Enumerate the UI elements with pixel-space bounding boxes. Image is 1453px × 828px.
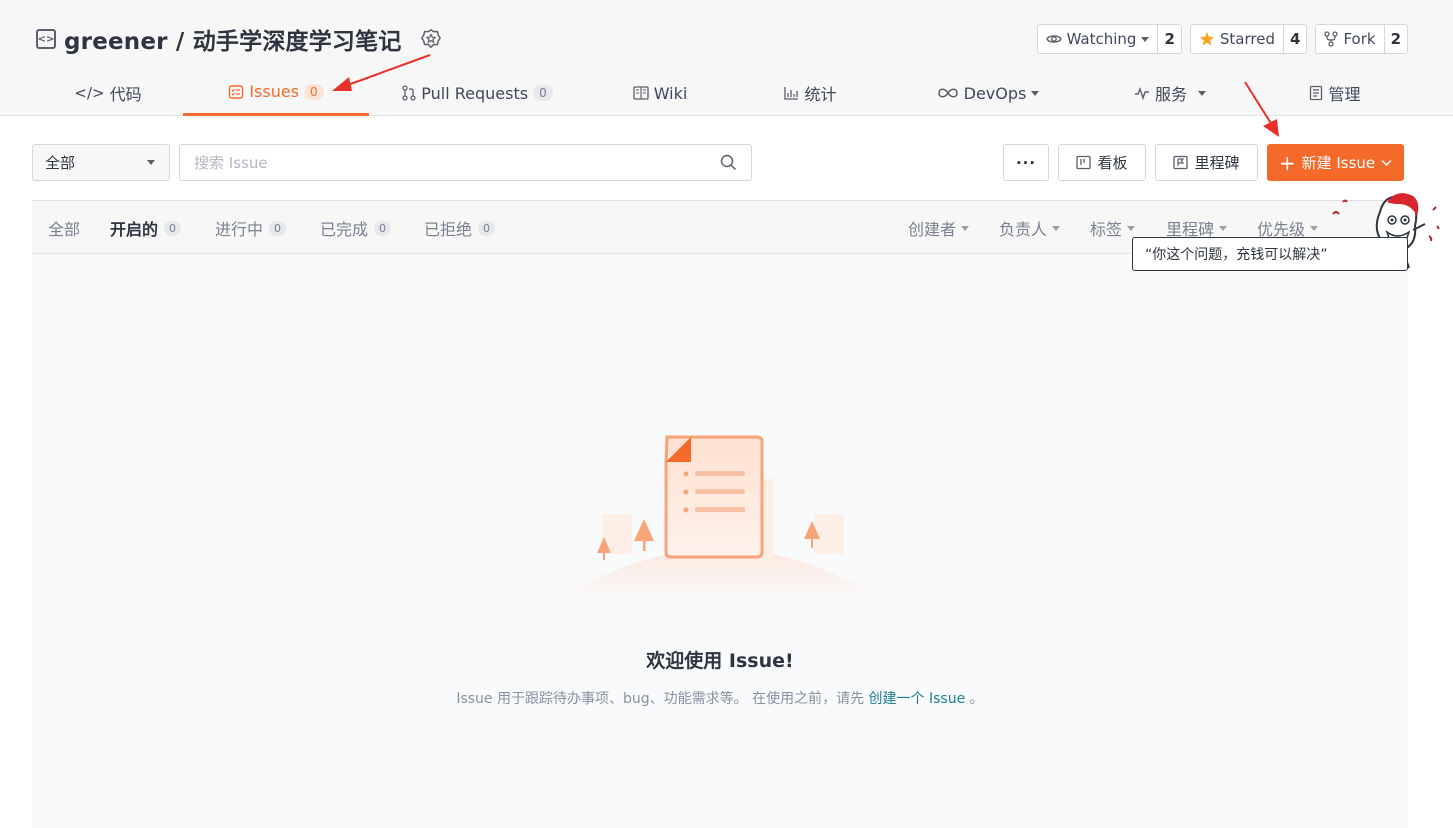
filter-all[interactable]: 全部: [48, 201, 80, 255]
issue-toolbar: 全部 ··· 看板 里程碑 + 新建 Issue: [32, 144, 1404, 182]
mascot-tooltip: “你这个问题，充钱可以解决”: [1132, 237, 1408, 271]
board-icon: [1076, 155, 1092, 170]
arrow-to-issues-tab: [332, 54, 431, 91]
filter-label-dropdown[interactable]: 标签: [1090, 201, 1136, 255]
filter-open-label: 开启的: [110, 220, 159, 239]
filter-creator-dropdown[interactable]: 创建者: [908, 201, 970, 255]
more-button[interactable]: ···: [1003, 144, 1049, 181]
empty-state-description: Issue 用于跟踪待办事项、bug、功能需求等。 在使用之前，请先 创建一个 …: [32, 688, 1408, 708]
scope-select[interactable]: 全部: [32, 144, 170, 181]
empty-document-illustration: [560, 435, 882, 599]
chevron-down-icon: [1127, 225, 1136, 231]
create-issue-link[interactable]: 创建一个 Issue: [869, 691, 966, 707]
filter-completed[interactable]: 已完成 0: [320, 201, 392, 255]
issue-search[interactable]: [179, 144, 752, 181]
filter-assignee-dropdown[interactable]: 负责人: [999, 201, 1061, 255]
filter-rejected[interactable]: 已拒绝 0: [424, 201, 496, 255]
filter-in-progress-count: 0: [269, 220, 287, 236]
board-button[interactable]: 看板: [1058, 144, 1146, 181]
filter-in-progress-label: 进行中: [215, 220, 264, 239]
empty-state: 欢迎使用 Issue! Issue 用于跟踪待办事项、bug、功能需求等。 在使…: [32, 254, 1408, 828]
empty-state-title: 欢迎使用 Issue!: [646, 650, 794, 672]
filter-creator-label: 创建者: [908, 220, 957, 239]
new-issue-button[interactable]: + 新建 Issue: [1267, 144, 1404, 181]
chevron-down-icon: [147, 160, 155, 165]
chevron-down-icon: [1052, 225, 1061, 231]
chevron-down-icon: [1310, 225, 1319, 231]
empty-state-desc-suffix: 。: [965, 691, 984, 707]
plus-icon: +: [1278, 150, 1296, 175]
search-input[interactable]: [194, 153, 720, 172]
search-icon[interactable]: [720, 154, 737, 171]
tooltip-text: “你这个问题，充钱可以解决”: [1145, 247, 1328, 263]
new-issue-label: 新建 Issue: [1301, 154, 1376, 172]
chevron-down-icon: [1381, 159, 1392, 166]
arrow-to-new-issue-button: [1244, 81, 1279, 137]
filter-label-label: 标签: [1090, 220, 1123, 239]
milestone-button[interactable]: 里程碑: [1155, 144, 1258, 181]
filter-rejected-count: 0: [478, 220, 496, 236]
filter-open[interactable]: 开启的 0: [110, 201, 182, 255]
milestone-label: 里程碑: [1194, 154, 1240, 172]
filter-in-progress[interactable]: 进行中 0: [215, 201, 287, 255]
chevron-down-icon: [961, 225, 970, 231]
scope-select-value: 全部: [45, 154, 76, 172]
empty-state-desc-text: Issue 用于跟踪待办事项、bug、功能需求等。 在使用之前，请先: [456, 691, 869, 707]
more-icon: ···: [1015, 153, 1037, 172]
chevron-down-icon: [1219, 225, 1228, 231]
filter-completed-label: 已完成: [320, 220, 369, 239]
filter-rejected-label: 已拒绝: [424, 220, 473, 239]
board-label: 看板: [1097, 154, 1128, 172]
milestone-icon: [1173, 155, 1189, 170]
filter-open-count: 0: [164, 220, 182, 236]
filter-all-label: 全部: [48, 220, 81, 239]
filter-completed-count: 0: [374, 220, 392, 236]
filter-assignee-label: 负责人: [999, 220, 1048, 239]
